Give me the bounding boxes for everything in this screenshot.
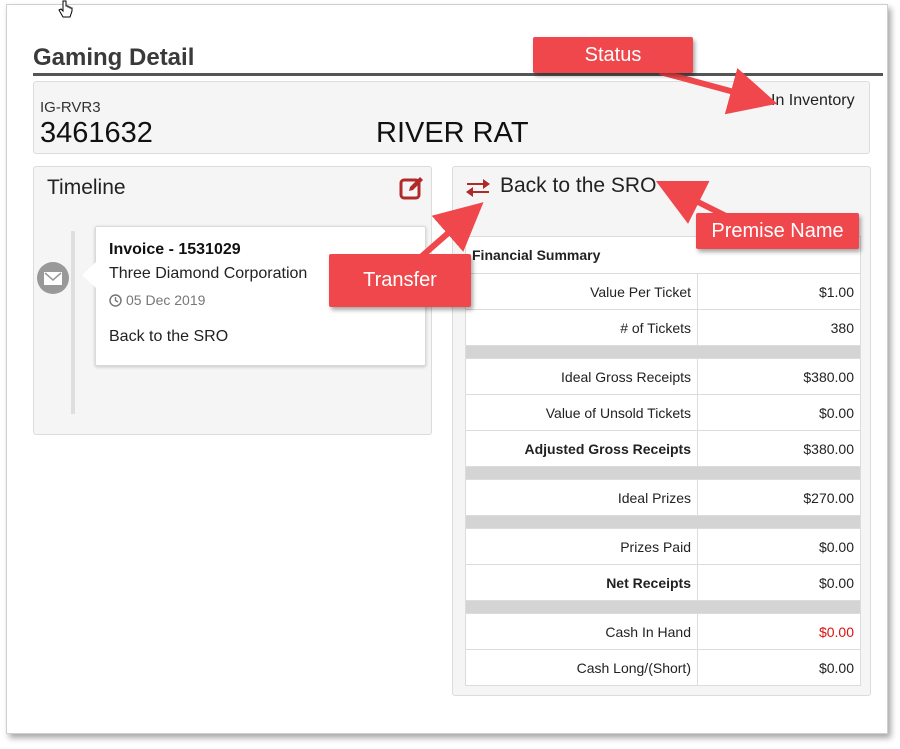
event-company: Three Diamond Corporation bbox=[109, 265, 308, 282]
premise-name-callout: Premise Name bbox=[696, 213, 859, 249]
event-date: 05 Dec 2019 bbox=[126, 292, 206, 308]
envelope-icon bbox=[37, 262, 69, 294]
row-label: Value Per Ticket bbox=[465, 273, 698, 310]
row-value: $0.00 bbox=[697, 528, 861, 565]
separator-row bbox=[465, 466, 861, 480]
premise-name: Back to the SRO bbox=[500, 174, 657, 197]
table-row: Ideal Gross Receipts $380.00 bbox=[465, 358, 861, 395]
table-row: Ideal Prizes $270.00 bbox=[465, 479, 861, 516]
row-label: Cash In Hand bbox=[465, 613, 698, 650]
table-row: Value of Unsold Tickets $0.00 bbox=[465, 394, 861, 431]
row-value: $0.00 bbox=[697, 649, 861, 686]
table-row: Cash Long/(Short) $0.00 bbox=[465, 649, 861, 686]
item-number: 3461632 bbox=[40, 117, 153, 149]
event-date-row: 05 Dec 2019 bbox=[109, 292, 205, 308]
row-label: Value of Unsold Tickets bbox=[465, 394, 698, 431]
status-callout: Status bbox=[533, 37, 693, 73]
financial-summary-table: Financial Summary Value Per Ticket $1.00… bbox=[465, 236, 861, 686]
item-name: RIVER RAT bbox=[376, 117, 529, 149]
status-text: In Inventory bbox=[771, 92, 855, 109]
row-label: # of Tickets bbox=[465, 309, 698, 346]
table-row: Prizes Paid $0.00 bbox=[465, 528, 861, 565]
table-row: # of Tickets 380 bbox=[465, 309, 861, 346]
row-label: Ideal Gross Receipts bbox=[465, 358, 698, 395]
row-label: Prizes Paid bbox=[465, 528, 698, 565]
table-row: Net Receipts $0.00 bbox=[465, 564, 861, 601]
card-pointer bbox=[82, 262, 96, 288]
row-value: $380.00 bbox=[697, 358, 861, 395]
separator-row bbox=[465, 345, 861, 359]
table-row: Adjusted Gross Receipts $380.00 bbox=[465, 430, 861, 467]
table-row: Cash In Hand $0.00 bbox=[465, 613, 861, 650]
row-value: $0.00 bbox=[697, 613, 861, 650]
timeline-line bbox=[71, 231, 75, 414]
row-label: Adjusted Gross Receipts bbox=[465, 430, 698, 467]
table-row: Value Per Ticket $1.00 bbox=[465, 273, 861, 310]
transfer-callout: Transfer bbox=[329, 254, 471, 307]
transfer-arrows-icon bbox=[466, 179, 490, 197]
row-label: Ideal Prizes bbox=[465, 479, 698, 516]
clock-icon bbox=[109, 293, 122, 307]
row-label: Net Receipts bbox=[465, 564, 698, 601]
row-value: $380.00 bbox=[697, 430, 861, 467]
separator-row bbox=[465, 600, 861, 614]
row-value: 380 bbox=[697, 309, 861, 346]
row-value: $1.00 bbox=[697, 273, 861, 310]
item-code: IG-RVR3 bbox=[40, 99, 101, 116]
row-label: Cash Long/(Short) bbox=[465, 649, 698, 686]
hand-cursor-icon bbox=[58, 0, 73, 18]
row-value: $0.00 bbox=[697, 394, 861, 431]
event-title: Invoice - 1531029 bbox=[109, 241, 241, 258]
row-value: $0.00 bbox=[697, 564, 861, 601]
event-note: Back to the SRO bbox=[109, 328, 229, 345]
row-value: $270.00 bbox=[697, 479, 861, 516]
edit-square-icon[interactable] bbox=[399, 175, 425, 201]
timeline-title: Timeline bbox=[47, 176, 126, 199]
separator-row bbox=[465, 515, 861, 529]
title-divider bbox=[33, 73, 883, 76]
page-title: Gaming Detail bbox=[33, 44, 195, 71]
